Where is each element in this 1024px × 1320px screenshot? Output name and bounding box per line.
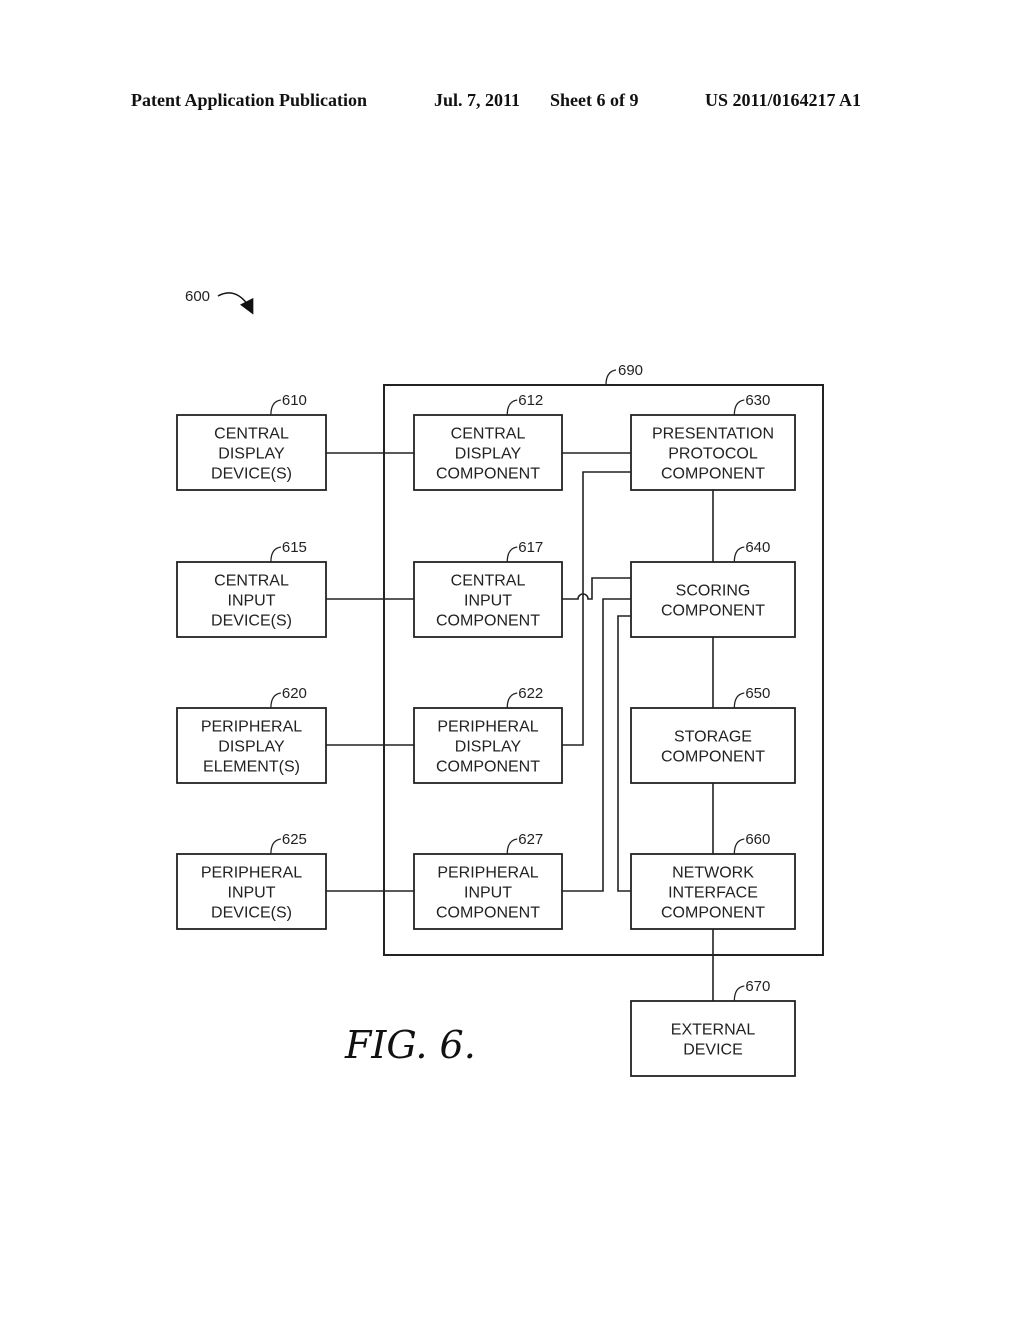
block-ref: 627	[518, 831, 543, 848]
block-label-line: INPUT	[464, 593, 512, 610]
block-label-line: DEVICE	[683, 1042, 743, 1059]
block-ref: 620	[282, 685, 307, 702]
block-rect	[630, 561, 796, 638]
block-label-line: PROTOCOL	[668, 446, 758, 463]
ref-leader	[270, 838, 281, 855]
block-label-line: CENTRAL	[451, 426, 526, 443]
block-label-line: SCORING	[676, 583, 751, 600]
block-ref: 610	[282, 392, 307, 409]
ref-leader	[733, 692, 745, 709]
block-label-line: DEVICE(S)	[211, 905, 292, 922]
block-label-line: COMPONENT	[661, 466, 765, 483]
block-label-line: INPUT	[228, 593, 276, 610]
ref-leader	[733, 838, 745, 855]
block-ref: 625	[282, 831, 307, 848]
block-diagram: 600 690 610 CENTRAL DISPLAY DEVICE(S) 615 CEN…	[176, 288, 824, 1077]
block-label-line: INTERFACE	[668, 885, 758, 902]
block-ref: 612	[518, 392, 543, 409]
block-label-line: EXTERNAL	[671, 1022, 756, 1039]
block-label-line: PERIPHERAL	[437, 865, 538, 882]
block-625: 625 PERIPHERAL INPUT DEVICE(S)	[176, 831, 327, 930]
block-label-line: DEVICE(S)	[211, 613, 292, 630]
block-label-line: COMPONENT	[661, 603, 765, 620]
ref-leader	[733, 985, 745, 1002]
block-label-line: PRESENTATION	[652, 426, 774, 443]
wire-660-640	[617, 615, 631, 892]
wire-622-630	[562, 471, 631, 746]
block-617: 617 CENTRAL INPUT COMPONENT	[413, 539, 563, 638]
block-rect	[630, 707, 796, 784]
block-label-line: COMPONENT	[661, 749, 765, 766]
figure-ref-label: 600	[185, 288, 210, 305]
ref-leader	[270, 546, 281, 563]
block-label-line: DISPLAY	[455, 446, 522, 463]
block-rect	[630, 1000, 796, 1077]
block-615: 615 CENTRAL INPUT DEVICE(S)	[176, 539, 327, 638]
block-label-line: COMPONENT	[436, 466, 540, 483]
block-ref: 630	[745, 392, 770, 409]
ref-leader	[733, 399, 745, 416]
wire-617-640	[562, 577, 631, 600]
ref-leader	[733, 546, 745, 563]
figure-caption: FIG. 6.	[344, 1023, 476, 1067]
ref-leader	[270, 399, 281, 416]
block-label-line: COMPONENT	[436, 759, 540, 776]
block-label-line: CENTRAL	[214, 426, 289, 443]
block-label-line: CENTRAL	[214, 573, 289, 590]
block-ref: 617	[518, 539, 543, 556]
block-label-line: COMPONENT	[661, 905, 765, 922]
ref-leader	[506, 546, 518, 563]
block-620: 620 PERIPHERAL DISPLAY ELEMENT(S)	[176, 685, 327, 784]
block-630: 630 PRESENTATION PROTOCOL COMPONENT	[630, 392, 796, 491]
block-ref: 650	[745, 685, 770, 702]
block-label-line: PERIPHERAL	[201, 865, 302, 882]
figure-ref-arrow-icon	[217, 292, 254, 315]
block-label-line: PERIPHERAL	[201, 719, 302, 736]
block-ref: 660	[745, 831, 770, 848]
ref-leader	[506, 692, 518, 709]
block-label-line: STORAGE	[674, 729, 752, 746]
block-ref: 615	[282, 539, 307, 556]
container-ref: 690	[618, 362, 643, 379]
ref-leader	[506, 838, 518, 855]
ref-leader	[270, 692, 281, 709]
block-label-line: DEVICE(S)	[211, 466, 292, 483]
block-ref: 622	[518, 685, 543, 702]
block-ref: 670	[745, 978, 770, 995]
block-label-line: DISPLAY	[218, 446, 285, 463]
block-627: 627 PERIPHERAL INPUT COMPONENT	[413, 831, 563, 930]
block-label-line: ELEMENT(S)	[203, 759, 300, 776]
block-612: 612 CENTRAL DISPLAY COMPONENT	[413, 392, 563, 491]
block-label-line: DISPLAY	[455, 739, 522, 756]
block-622: 622 PERIPHERAL DISPLAY COMPONENT	[413, 685, 563, 784]
block-label-line: INPUT	[464, 885, 512, 902]
block-label-line: COMPONENT	[436, 613, 540, 630]
block-ref: 640	[745, 539, 770, 556]
block-label-line: DISPLAY	[218, 739, 285, 756]
block-label-line: COMPONENT	[436, 905, 540, 922]
block-610: 610 CENTRAL DISPLAY DEVICE(S)	[176, 392, 327, 491]
block-label-line: INPUT	[228, 885, 276, 902]
block-label-line: PERIPHERAL	[437, 719, 538, 736]
block-label-line: CENTRAL	[451, 573, 526, 590]
container-leader	[605, 369, 617, 386]
block-label-line: NETWORK	[672, 865, 754, 882]
ref-leader	[506, 399, 518, 416]
